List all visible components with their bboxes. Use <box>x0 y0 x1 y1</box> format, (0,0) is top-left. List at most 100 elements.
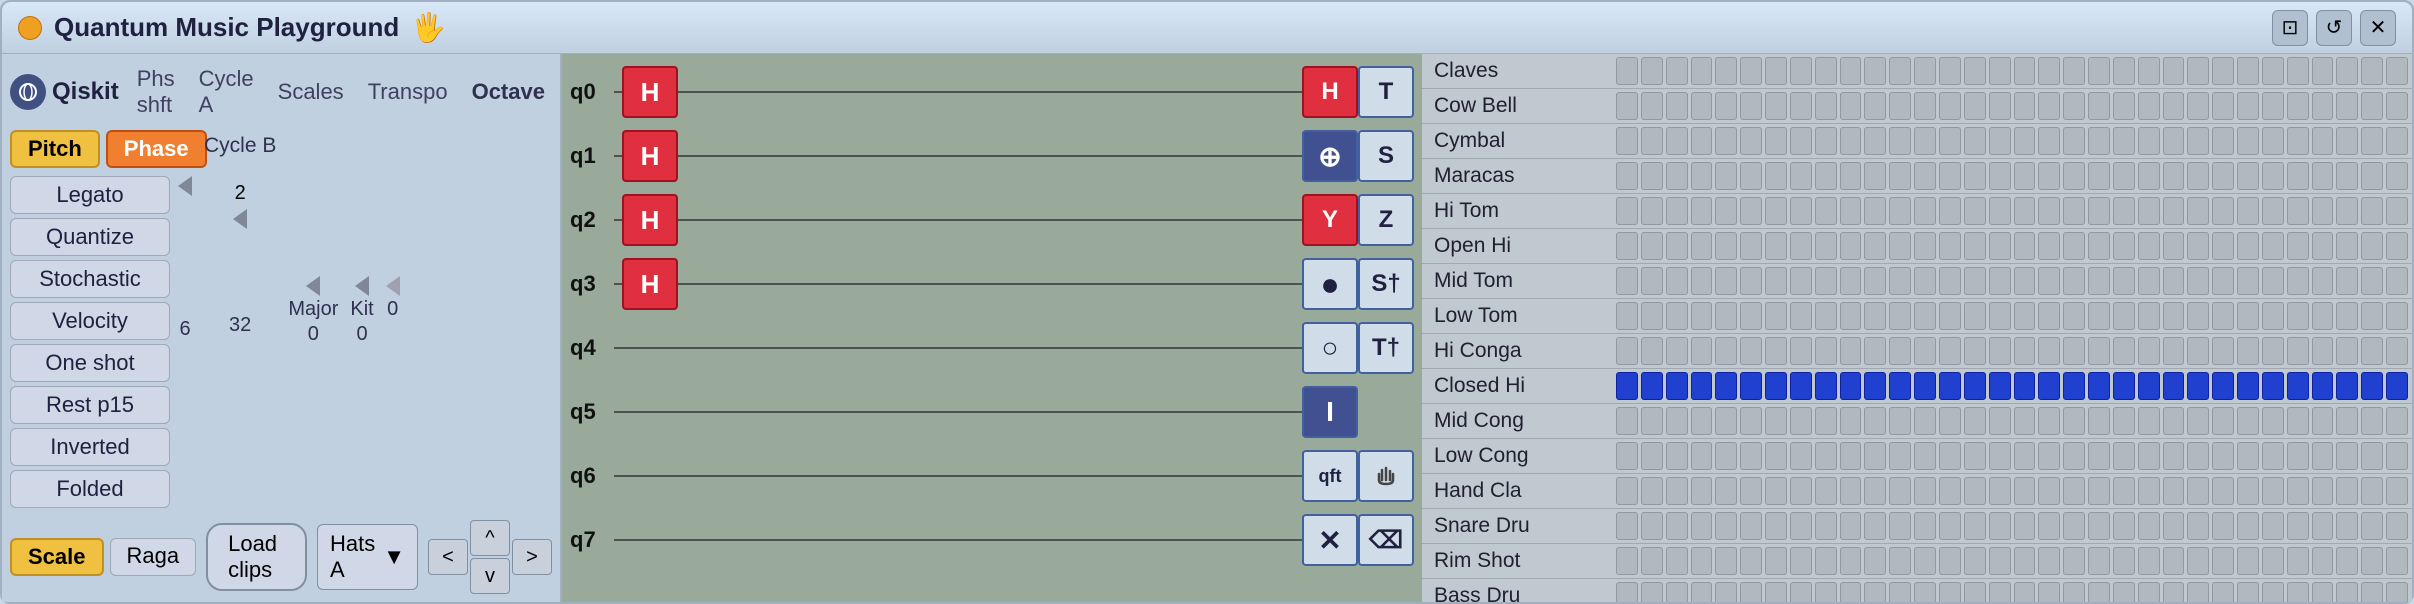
pad-4-8[interactable] <box>1815 197 1837 225</box>
pad-0-12[interactable] <box>1914 57 1936 85</box>
pad-13-7[interactable] <box>1790 512 1812 540</box>
pad-9-12[interactable] <box>1914 372 1936 400</box>
pad-2-0[interactable] <box>1616 127 1638 155</box>
pad-11-30[interactable] <box>2361 442 2383 470</box>
pad-0-5[interactable] <box>1740 57 1762 85</box>
pad-9-0[interactable] <box>1616 372 1638 400</box>
pad-2-4[interactable] <box>1715 127 1737 155</box>
pad-6-26[interactable] <box>2262 267 2284 295</box>
pad-12-25[interactable] <box>2237 477 2259 505</box>
pad-0-31[interactable] <box>2386 57 2408 85</box>
pad-4-14[interactable] <box>1964 197 1986 225</box>
pad-7-29[interactable] <box>2336 302 2358 330</box>
pad-5-2[interactable] <box>1666 232 1688 260</box>
gate-h-q3[interactable]: H <box>622 258 678 310</box>
pad-5-8[interactable] <box>1815 232 1837 260</box>
pad-10-5[interactable] <box>1740 407 1762 435</box>
pad-12-9[interactable] <box>1840 477 1862 505</box>
pad-11-14[interactable] <box>1964 442 1986 470</box>
pad-6-11[interactable] <box>1889 267 1911 295</box>
pad-4-18[interactable] <box>2063 197 2085 225</box>
pad-3-30[interactable] <box>2361 162 2383 190</box>
pad-13-8[interactable] <box>1815 512 1837 540</box>
pad-8-30[interactable] <box>2361 337 2383 365</box>
pad-6-27[interactable] <box>2287 267 2309 295</box>
pad-15-17[interactable] <box>2038 582 2060 602</box>
nav-up-button[interactable]: ^ <box>470 520 510 556</box>
pad-8-13[interactable] <box>1939 337 1961 365</box>
nav-scales[interactable]: Scales <box>272 75 350 109</box>
pad-12-4[interactable] <box>1715 477 1737 505</box>
pad-13-29[interactable] <box>2336 512 2358 540</box>
pad-2-17[interactable] <box>2038 127 2060 155</box>
pad-8-24[interactable] <box>2212 337 2234 365</box>
pad-3-28[interactable] <box>2312 162 2334 190</box>
pad-6-24[interactable] <box>2212 267 2234 295</box>
restore-button[interactable]: ↺ <box>2316 10 2352 46</box>
pad-15-20[interactable] <box>2113 582 2135 602</box>
pad-14-28[interactable] <box>2312 547 2334 575</box>
pad-12-8[interactable] <box>1815 477 1837 505</box>
pad-9-23[interactable] <box>2187 372 2209 400</box>
pad-11-24[interactable] <box>2212 442 2234 470</box>
pad-9-26[interactable] <box>2262 372 2284 400</box>
pad-0-25[interactable] <box>2237 57 2259 85</box>
pad-13-28[interactable] <box>2312 512 2334 540</box>
pad-3-13[interactable] <box>1939 162 1961 190</box>
pad-1-29[interactable] <box>2336 92 2358 120</box>
pad-14-4[interactable] <box>1715 547 1737 575</box>
end-gate-left-q4[interactable]: ○ <box>1302 322 1358 374</box>
pad-6-13[interactable] <box>1939 267 1961 295</box>
pad-6-8[interactable] <box>1815 267 1837 295</box>
pad-1-25[interactable] <box>2237 92 2259 120</box>
pad-14-0[interactable] <box>1616 547 1638 575</box>
pad-7-1[interactable] <box>1641 302 1663 330</box>
pad-4-24[interactable] <box>2212 197 2234 225</box>
pad-13-15[interactable] <box>1989 512 2011 540</box>
pad-3-17[interactable] <box>2038 162 2060 190</box>
pad-11-28[interactable] <box>2312 442 2334 470</box>
pad-4-2[interactable] <box>1666 197 1688 225</box>
pad-6-6[interactable] <box>1765 267 1787 295</box>
pad-7-11[interactable] <box>1889 302 1911 330</box>
pad-11-27[interactable] <box>2287 442 2309 470</box>
pad-13-31[interactable] <box>2386 512 2408 540</box>
pad-3-27[interactable] <box>2287 162 2309 190</box>
pad-2-27[interactable] <box>2287 127 2309 155</box>
pad-12-7[interactable] <box>1790 477 1812 505</box>
pad-0-18[interactable] <box>2063 57 2085 85</box>
pad-10-14[interactable] <box>1964 407 1986 435</box>
pad-15-27[interactable] <box>2287 582 2309 602</box>
pad-15-21[interactable] <box>2138 582 2160 602</box>
end-gate-left-q2[interactable]: Y <box>1302 194 1358 246</box>
pad-5-22[interactable] <box>2163 232 2185 260</box>
nav-down-button[interactable]: v <box>470 558 510 594</box>
pad-12-28[interactable] <box>2312 477 2334 505</box>
pad-11-18[interactable] <box>2063 442 2085 470</box>
pad-3-22[interactable] <box>2163 162 2185 190</box>
pad-0-20[interactable] <box>2113 57 2135 85</box>
pad-1-6[interactable] <box>1765 92 1787 120</box>
pad-8-20[interactable] <box>2113 337 2135 365</box>
pad-13-27[interactable] <box>2287 512 2309 540</box>
pad-10-8[interactable] <box>1815 407 1837 435</box>
pad-6-31[interactable] <box>2386 267 2408 295</box>
pad-15-7[interactable] <box>1790 582 1812 602</box>
pad-3-7[interactable] <box>1790 162 1812 190</box>
pad-7-5[interactable] <box>1740 302 1762 330</box>
pad-10-10[interactable] <box>1864 407 1886 435</box>
pad-0-17[interactable] <box>2038 57 2060 85</box>
pad-8-31[interactable] <box>2386 337 2408 365</box>
pad-7-28[interactable] <box>2312 302 2334 330</box>
pad-11-31[interactable] <box>2386 442 2408 470</box>
pad-4-17[interactable] <box>2038 197 2060 225</box>
pad-14-2[interactable] <box>1666 547 1688 575</box>
pad-7-22[interactable] <box>2163 302 2185 330</box>
end-gate-left-q7[interactable]: ✕ <box>1302 514 1358 566</box>
pad-5-10[interactable] <box>1864 232 1886 260</box>
pad-5-21[interactable] <box>2138 232 2160 260</box>
pad-10-6[interactable] <box>1765 407 1787 435</box>
pad-1-30[interactable] <box>2361 92 2383 120</box>
pad-12-22[interactable] <box>2163 477 2185 505</box>
pad-1-14[interactable] <box>1964 92 1986 120</box>
